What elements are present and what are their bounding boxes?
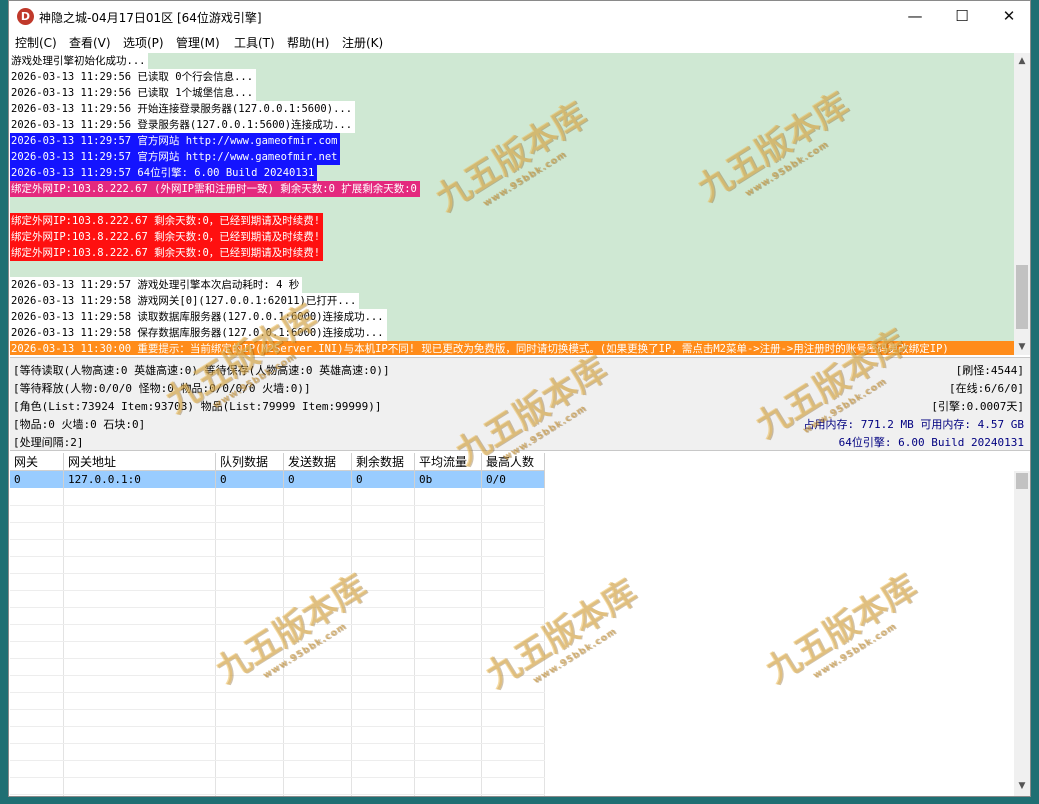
log-scroll-thumb[interactable] [1016,265,1028,329]
column-header[interactable]: 网关地址 [64,453,216,471]
stat-engine: [引擎:0.0007天] [931,400,1024,413]
table-cell[interactable]: 0 [284,471,352,488]
stat-roles: [角色(List:73924 Item:93703) 物品(List:79999… [13,400,382,413]
minimize-button[interactable]: — [892,1,938,32]
table-scroll-thumb[interactable] [1016,473,1028,489]
scroll-up-arrow-icon[interactable]: ▲ [1014,53,1030,69]
table-scrollbar[interactable]: ▼ [1014,471,1030,796]
stat-items: [物品:0 火墙:0 石块:0] [13,418,146,431]
log-line: 绑定外网IP:103.8.222.67 剩余天数:0，已经到期请及时续费! [10,229,324,245]
grid-line [10,675,545,676]
window-title: 神隐之城-04月17日01区 [64位游戏引擎] [39,11,262,25]
table-cell[interactable]: 0 [352,471,415,488]
log-line: 2026-03-13 11:29:56 已读取 0个行会信息... [10,69,257,85]
grid-line [544,488,545,796]
menu-manage[interactable]: 管理(M) [176,34,220,51]
grid-line [10,573,545,574]
column-header[interactable]: 最高人数 [482,453,545,471]
log-line: 2026-03-13 11:29:57 64位引擎: 6.00 Build 20… [10,165,318,181]
grid-line [283,488,284,796]
menu-options[interactable]: 选项(P) [123,34,164,51]
grid-line [10,522,545,523]
log-line: 2026-03-13 11:29:58 游戏网关[0](127.0.0.1:62… [10,293,360,309]
scroll-down-arrow-icon[interactable]: ▼ [1014,339,1030,355]
grid-line [10,590,545,591]
app-logo-icon: D [17,8,34,25]
grid-line [63,488,64,796]
table-cell[interactable]: 0 [10,471,64,488]
title-bar[interactable]: D 神隐之城-04月17日01区 [64位游戏引擎] — ☐ ✕ [9,1,1030,32]
menu-tools[interactable]: 工具(T) [234,34,275,51]
menu-bar: 控制(C) 查看(V) 选项(P) 管理(M) 工具(T) 帮助(H) 注册(K… [9,32,1030,52]
grid-line [10,539,545,540]
grid-line [10,760,545,761]
grid-line [10,624,545,625]
log-line: 2026-03-13 11:29:57 官方网站 http://www.game… [10,133,341,149]
grid-line [481,488,482,796]
menu-control[interactable]: 控制(C) [15,34,57,51]
grid-line [10,556,545,557]
menu-help[interactable]: 帮助(H) [287,34,329,51]
grid-line [10,777,545,778]
log-line: 2026-03-13 11:29:56 登录服务器(127.0.0.1:5600… [10,117,356,133]
table-cell[interactable]: 0 [216,471,284,488]
log-line: 游戏处理引擎初始化成功... [10,53,149,69]
column-header[interactable]: 剩余数据 [352,453,415,471]
log-panel[interactable]: 游戏处理引擎初始化成功... 2026-03-13 11:29:56 已读取 0个… [10,53,1014,355]
grid-line [10,794,545,795]
column-header[interactable]: 发送数据 [284,453,352,471]
stat-memory: 占用内存: 771.2 MB 可用内存: 4.57 GB [803,418,1024,431]
menu-view[interactable]: 查看(V) [69,34,111,51]
grid-line [10,607,545,608]
grid-line [414,488,415,796]
grid-line [10,505,545,506]
log-line: 绑定外网IP:103.8.222.67 剩余天数:0，已经到期请及时续费! [10,213,324,229]
main-window: D 神隐之城-04月17日01区 [64位游戏引擎] — ☐ ✕ 控制(C) 查… [8,0,1031,797]
column-header[interactable]: 网关 [10,453,64,471]
log-line: 2026-03-13 11:29:58 读取数据库服务器(127.0.0.1:6… [10,309,387,325]
menu-register[interactable]: 注册(K) [342,34,383,51]
grid-line [10,692,545,693]
table-cell[interactable]: 0/0 [482,471,545,488]
stat-wait-release: [等待释放(人物:0/0/0 怪物:0 物品:0/0/0/0 火墙:0)] [13,382,311,395]
grid-line [10,726,545,727]
log-line: 2026-03-13 11:29:57 游戏处理引擎本次启动耗时: 4 秒 [10,277,303,293]
gateway-table[interactable]: 网关 网关地址 队列数据 发送数据 剩余数据 平均流量 最高人数 0 127.0.0.1:0 0 0… [10,453,1014,796]
log-line: 绑定外网IP:103.8.222.67 剩余天数:0，已经到期请及时续费! [10,245,324,261]
column-header[interactable]: 平均流量 [415,453,482,471]
log-scrollbar[interactable]: ▲ ▼ [1014,53,1030,355]
stat-engine-build: 64位引擎: 6.00 Build 20240131 [838,436,1024,449]
grid-line [10,709,545,710]
log-line: 2026-03-13 11:30:00 重要提示：当前绑定的IP(M2Serve… [10,341,1014,355]
grid-line [351,488,352,796]
column-header[interactable]: 队列数据 [216,453,284,471]
table-scroll-down-arrow-icon[interactable]: ▼ [1014,778,1030,794]
stat-interval: [处理间隔:2] [13,436,84,449]
maximize-button[interactable]: ☐ [939,1,985,32]
grid-line [10,743,545,744]
close-button[interactable]: ✕ [986,1,1032,32]
log-line: 2026-03-13 11:29:58 保存数据库服务器(127.0.0.1:6… [10,325,387,341]
log-line: 2026-03-13 11:29:57 官方网站 http://www.game… [10,149,341,165]
status-panel: [等待读取(人物高速:0 英雄高速:0) 等待保存(人物高速:0 英雄高速:0)… [10,357,1030,451]
grid-line [10,641,545,642]
table-cell[interactable]: 127.0.0.1:0 [64,471,216,488]
log-line: 2026-03-13 11:29:56 已读取 1个城堡信息... [10,85,257,101]
stat-refresh-monster: [刷怪:4544] [955,364,1024,377]
table-cell[interactable]: 0b [415,471,482,488]
log-line: 2026-03-13 11:29:56 开始连接登录服务器(127.0.0.1:… [10,101,356,117]
stat-wait-read: [等待读取(人物高速:0 英雄高速:0) 等待保存(人物高速:0 英雄高速:0)… [13,364,390,377]
grid-line [10,658,545,659]
grid-line [215,488,216,796]
stat-online: [在线:6/6/0] [949,382,1024,395]
log-line: 绑定外网IP:103.8.222.67 (外网IP需和注册时一致) 剩余天数:0… [10,181,420,197]
